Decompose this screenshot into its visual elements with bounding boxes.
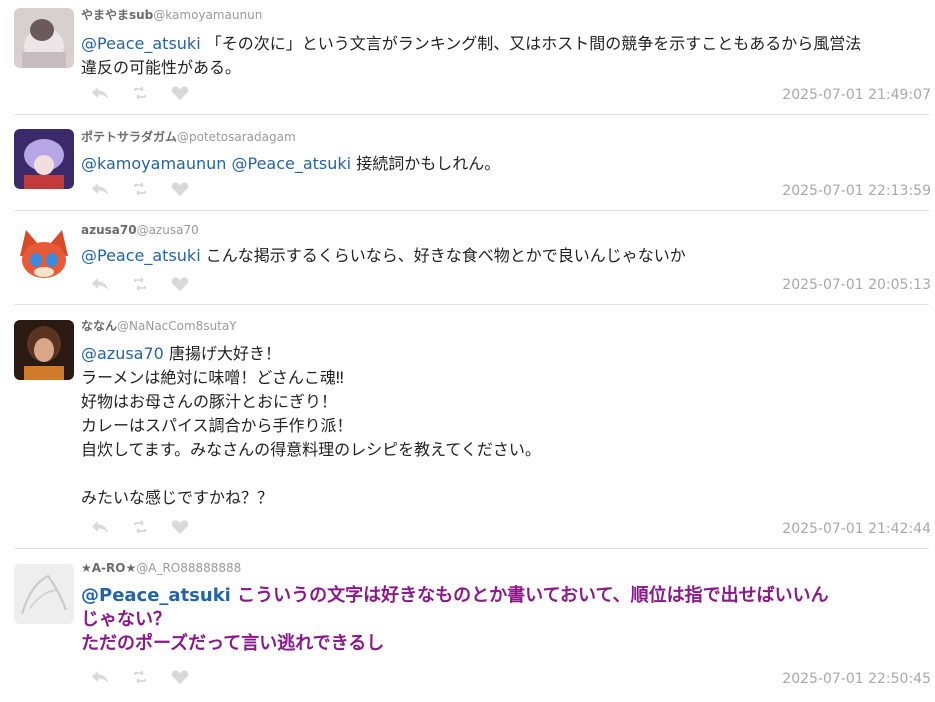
post-text-line: 「その次に」という文言がランキング制、又はホスト間の競争を示すこともあるから風営… — [205, 34, 862, 53]
user-handle[interactable]: @A_RO88888888 — [136, 561, 241, 575]
post-body: @kamoyamaunun @Peace_atsuki 接続詞かもしれん。 — [81, 152, 926, 176]
reply-feed: やまやまsub@kamoyamaunun @Peace_atsuki 「その次に… — [0, 0, 935, 702]
post-body: @Peace_atsuki 「その次に」という文言がランキング制、又はホスト間の… — [81, 32, 926, 80]
action-bar — [90, 275, 210, 293]
post-text-line: ただのポーズだって言い逃れできるし — [81, 633, 385, 654]
retweet-icon[interactable] — [130, 275, 150, 293]
post-text-line: ラーメンは絶対に味噌！どさんこ魂‼ — [81, 368, 344, 387]
user-name[interactable]: azusa70 — [81, 223, 137, 237]
user-handle[interactable]: @potetosaradagam — [177, 130, 296, 144]
timestamp[interactable]: 2025-07-01 20:05:13 — [782, 277, 931, 293]
post-text-line: みたいな感じですかね？？ — [81, 488, 274, 507]
action-bar — [90, 668, 210, 686]
user-handle[interactable]: @NaNacCom8sutaY — [117, 319, 237, 333]
action-bar — [90, 84, 210, 102]
timestamp[interactable]: 2025-07-01 22:50:45 — [782, 671, 931, 687]
heart-icon[interactable] — [170, 668, 190, 686]
post-header: ななん@NaNacCom8sutaY — [81, 317, 237, 334]
post-header: やまやまsub@kamoyamaunun — [81, 6, 262, 23]
divider — [14, 304, 929, 305]
avatar[interactable] — [14, 129, 74, 189]
user-name[interactable]: ななん — [81, 319, 117, 333]
post-body: @azusa70 唐揚げ大好き！ ラーメンは絶対に味噌！どさんこ魂‼ 好物はお母… — [81, 342, 926, 510]
post-text-line — [81, 462, 926, 486]
divider — [14, 210, 929, 211]
user-handle[interactable]: @kamoyamaunun — [153, 8, 262, 22]
mention-link[interactable]: @Peace_atsuki — [231, 154, 351, 173]
post-text-line: こんな掲示するくらいなら、好きな食べ物とかで良いんじゃないか — [205, 246, 686, 265]
user-handle[interactable]: @azusa70 — [137, 223, 199, 237]
reply-icon[interactable] — [90, 84, 110, 102]
user-name[interactable]: ★A-RO★ — [81, 561, 136, 575]
retweet-icon[interactable] — [130, 84, 150, 102]
reply-icon[interactable] — [90, 518, 110, 536]
post-text-line: カレーはスパイス調合から手作り派！ — [81, 416, 353, 435]
divider — [14, 548, 929, 549]
timestamp[interactable]: 2025-07-01 22:13:59 — [782, 183, 931, 199]
timestamp[interactable]: 2025-07-01 21:49:07 — [782, 87, 931, 103]
avatar[interactable] — [14, 564, 74, 624]
post-text-line: じゃない？ — [81, 609, 171, 630]
retweet-icon[interactable] — [130, 180, 150, 198]
post-body: @Peace_atsuki こういうの文字は好きなものとか書いておいて、順位は指… — [81, 584, 926, 656]
post-text-line: 自炊してます。みなさんの得意料理のレシピを教えてください。 — [81, 440, 541, 459]
action-bar — [90, 180, 210, 198]
avatar[interactable] — [14, 226, 74, 286]
heart-icon[interactable] — [170, 518, 190, 536]
heart-icon[interactable] — [170, 275, 190, 293]
mention-link[interactable]: @azusa70 — [81, 344, 164, 363]
post-text-line: 唐揚げ大好き！ — [168, 344, 281, 363]
post-body: @Peace_atsuki こんな掲示するくらいなら、好きな食べ物とかで良いんじ… — [81, 244, 926, 268]
timestamp[interactable]: 2025-07-01 21:42:44 — [782, 521, 931, 537]
reply-icon[interactable] — [90, 668, 110, 686]
mention-link[interactable]: @Peace_atsuki — [81, 34, 201, 53]
post-header: ポテトサラダガム@potetosaradagam — [81, 128, 296, 145]
retweet-icon[interactable] — [130, 668, 150, 686]
divider — [14, 114, 929, 115]
mention-link[interactable]: @kamoyamaunun — [81, 154, 226, 173]
heart-icon[interactable] — [170, 84, 190, 102]
post-text-line: 違反の可能性がある。 — [81, 58, 242, 77]
mention-link[interactable]: @Peace_atsuki — [81, 585, 231, 606]
post-text-line: こういうの文字は好きなものとか書いておいて、順位は指で出せばいいん — [237, 585, 829, 606]
post-header: azusa70@azusa70 — [81, 223, 199, 237]
post-text-line: 接続詞かもしれん。 — [356, 154, 501, 173]
retweet-icon[interactable] — [130, 518, 150, 536]
post-header: ★A-RO★@A_RO88888888 — [81, 561, 241, 575]
reply-icon[interactable] — [90, 275, 110, 293]
avatar[interactable] — [14, 320, 74, 380]
post-text-line: 好物はお母さんの豚汁とおにぎり！ — [81, 392, 338, 411]
action-bar — [90, 518, 210, 536]
user-name[interactable]: やまやまsub — [81, 8, 153, 22]
avatar[interactable] — [14, 8, 74, 68]
heart-icon[interactable] — [170, 180, 190, 198]
reply-icon[interactable] — [90, 180, 110, 198]
user-name[interactable]: ポテトサラダガム — [81, 130, 177, 144]
mention-link[interactable]: @Peace_atsuki — [81, 246, 201, 265]
